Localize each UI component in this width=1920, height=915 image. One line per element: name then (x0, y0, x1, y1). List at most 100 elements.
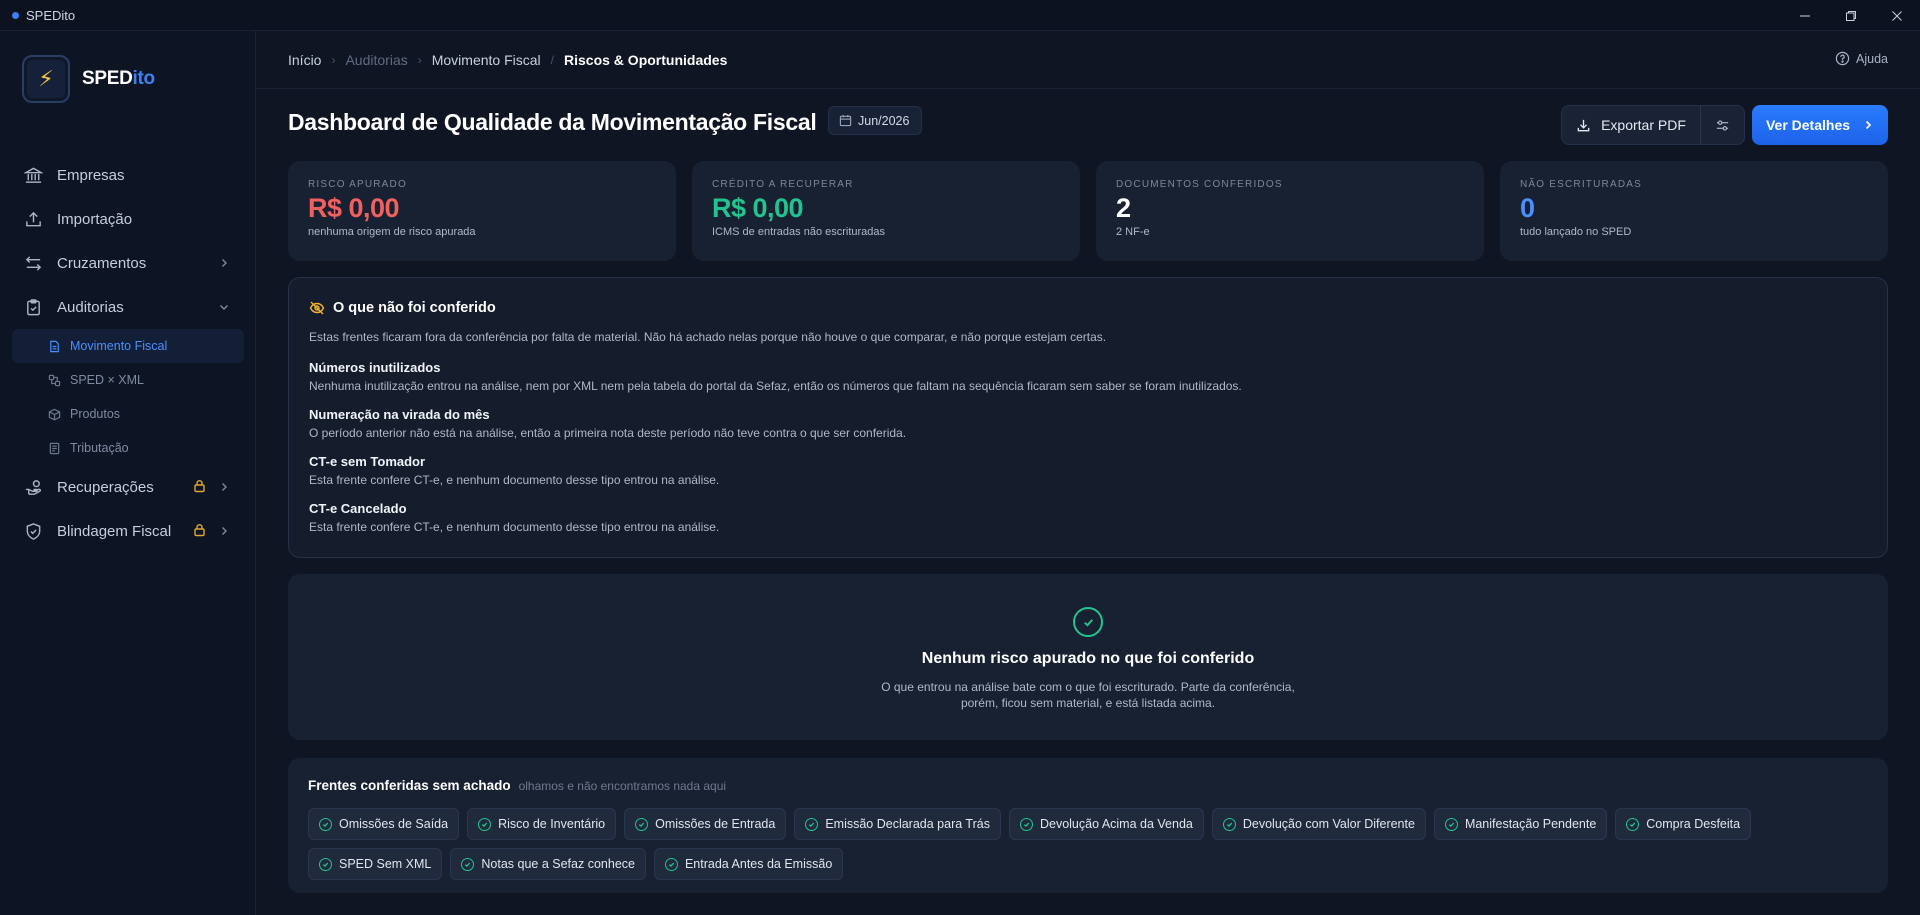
kpi-value: 0 (1520, 193, 1535, 223)
close-button[interactable] (1874, 0, 1920, 31)
front-chip-label: Devolução com Valor Diferente (1242, 817, 1415, 831)
unverified-front: CT-e Cancelado Esta frente confere CT-e,… (309, 501, 719, 534)
breadcrumb-inicio[interactable]: Início (288, 52, 321, 68)
chevron-right-icon (218, 524, 230, 536)
breadcrumb-separator: › (417, 52, 422, 67)
unverified-front-text: Esta frente confere CT-e, e nenhum docum… (309, 473, 720, 487)
sidebar-subitem-sped-xml[interactable]: SPED × XML (12, 363, 244, 397)
help-button[interactable]: Ajuda (1835, 51, 1888, 66)
sidebar-item-label: Auditorias (57, 298, 124, 316)
brand-logo[interactable]: ⚡ SPEDito (22, 55, 155, 103)
lock-icon (193, 479, 206, 493)
verified-fronts-header: Frentes conferidas sem achado olhamos e … (308, 778, 726, 793)
sidebar-item-recuperacoes[interactable]: Recuperações (0, 465, 256, 509)
unverified-front-title: Números inutilizados (309, 360, 441, 375)
calendar-icon (839, 114, 852, 127)
sidebar: ⚡ SPEDito Empresas Importação Cruzamento… (0, 31, 256, 915)
front-chip-label: Entrada Antes da Emissão (684, 857, 833, 871)
front-chip-label: Omissões de Entrada (655, 817, 776, 831)
front-chip[interactable]: Entrada Antes da Emissão (653, 848, 844, 880)
period-selector[interactable]: Jun/2026 (828, 106, 923, 135)
kpi-card-nao-escrituradas: NÃO ESCRITURADAS 0 tudo lançado no SPED (1500, 161, 1888, 261)
bank-icon (24, 166, 43, 185)
kpi-value: R$ 0,00 (308, 193, 400, 223)
sidebar-item-empresas[interactable]: Empresas (0, 153, 256, 197)
front-chip-label: Notas que a Sefaz conhece (481, 857, 635, 871)
lightning-logo-icon: ⚡ (22, 55, 70, 103)
front-chip[interactable]: Devolução com Valor Diferente (1211, 808, 1426, 840)
window-controls (1782, 0, 1920, 31)
not-verified-description: Estas frentes ficaram fora da conferênci… (309, 330, 1107, 344)
front-chip[interactable]: SPED Sem XML (308, 848, 443, 880)
breadcrumb-auditorias[interactable]: Auditorias (345, 52, 407, 68)
restore-icon (1846, 10, 1856, 21)
front-chip-label: Devolução Acima da Venda (1039, 817, 1193, 831)
breadcrumb-movimento-fiscal[interactable]: Movimento Fiscal (432, 52, 541, 68)
sidebar-subitem-movimento-fiscal[interactable]: Movimento Fiscal (12, 329, 244, 363)
unverified-front-text: Nenhuma inutilização entrou na análise, … (309, 379, 1242, 393)
not-verified-panel: O que não foi conferido Estas frentes fi… (288, 277, 1888, 558)
kpi-label: RISCO APURADO (308, 179, 407, 190)
front-chip[interactable]: Risco de Inventário (467, 808, 617, 840)
chevron-right-icon (218, 256, 230, 268)
check-circle-icon (664, 857, 678, 871)
check-circle-icon (1222, 817, 1236, 831)
no-risk-card: Nenhum risco apurado no que foi conferid… (288, 574, 1888, 740)
export-settings-button[interactable] (1701, 106, 1744, 144)
sidebar-subitem-produtos[interactable]: Produtos (12, 397, 244, 431)
unverified-front-text: Esta frente confere CT-e, e nenhum docum… (309, 520, 720, 534)
sidebar-item-cruzamentos[interactable]: Cruzamentos (0, 241, 256, 285)
kpi-card-documentos-conferidos: DOCUMENTOS CONFERIDOS 2 2 NF-e (1096, 161, 1484, 261)
arrows-swap-icon (24, 254, 43, 273)
restore-button[interactable] (1828, 0, 1874, 31)
document-icon (48, 340, 61, 353)
verified-fronts-subtitle: olhamos e não encontramos nada aqui (518, 779, 727, 793)
sidebar-subitem-label: Produtos (70, 407, 121, 421)
sidebar-subitem-label: Tributação (70, 441, 129, 455)
sidebar-item-blindagem-fiscal[interactable]: Blindagem Fiscal (0, 509, 256, 553)
front-chip-label: Compra Desfeita (1646, 817, 1741, 831)
check-circle-icon (1073, 607, 1103, 637)
front-chip[interactable]: Devolução Acima da Venda (1008, 808, 1204, 840)
check-circle-icon (461, 857, 475, 871)
clipboard-check-icon (24, 298, 43, 317)
topbar: Início › Auditorias › Movimento Fiscal /… (256, 31, 1920, 89)
compare-icon (48, 374, 61, 387)
sidebar-item-importacao[interactable]: Importação (0, 197, 256, 241)
chevron-down-icon (218, 300, 230, 312)
sidebar-item-label: Blindagem Fiscal (57, 522, 172, 540)
verified-fronts-card: Frentes conferidas sem achado olhamos e … (288, 758, 1888, 893)
help-label: Ajuda (1856, 51, 1888, 66)
kpi-label: NÃO ESCRITURADAS (1520, 179, 1642, 190)
kpi-value: R$ 0,00 (712, 193, 804, 223)
app-dot-icon (12, 11, 19, 19)
kpi-label: DOCUMENTOS CONFERIDOS (1116, 179, 1283, 190)
front-chip[interactable]: Omissões de Saída (308, 808, 460, 840)
front-chip[interactable]: Omissões de Entrada (624, 808, 787, 840)
view-details-label: Ver Detalhes (1765, 117, 1851, 133)
sidebar-item-auditorias[interactable]: Auditorias (0, 285, 256, 329)
check-circle-icon (635, 817, 649, 831)
unverified-front-title: Numeração na virada do mês (309, 407, 490, 422)
front-chip-label: Manifestação Pendente (1464, 817, 1597, 831)
front-chip[interactable]: Notas que a Sefaz conhece (450, 848, 646, 880)
unverified-front: Numeração na virada do mês O período ant… (309, 407, 906, 440)
front-chip[interactable]: Emissão Declarada para Trás (794, 808, 1001, 840)
export-pdf-button[interactable]: Exportar PDF (1562, 106, 1701, 144)
minimize-button[interactable] (1782, 0, 1828, 31)
kpi-card-risco-apurado: RISCO APURADO R$ 0,00 nenhuma origem de … (288, 161, 676, 261)
sidebar-subitem-tributacao[interactable]: Tributação (12, 431, 244, 465)
unverified-front: Números inutilizados Nenhuma inutilizaçã… (309, 360, 1242, 393)
chevron-right-icon (1865, 120, 1872, 130)
sidebar-nav: Empresas Importação Cruzamentos Auditori… (0, 153, 256, 553)
breadcrumb-current: Riscos & Oportunidades (564, 51, 728, 68)
check-circle-icon (1444, 817, 1458, 831)
front-chip-label: Emissão Declarada para Trás (825, 817, 990, 831)
main-content: Início › Auditorias › Movimento Fiscal /… (256, 31, 1920, 915)
verified-fronts-chips: Omissões de Saída Risco de Inventário Omis… (308, 808, 1878, 880)
kpi-subtext: 2 NF-e (1116, 226, 1150, 238)
view-details-button[interactable]: Ver Detalhes (1752, 105, 1888, 145)
download-icon (1577, 119, 1590, 131)
front-chip[interactable]: Manifestação Pendente (1433, 808, 1608, 840)
front-chip[interactable]: Compra Desfeita (1615, 808, 1752, 840)
